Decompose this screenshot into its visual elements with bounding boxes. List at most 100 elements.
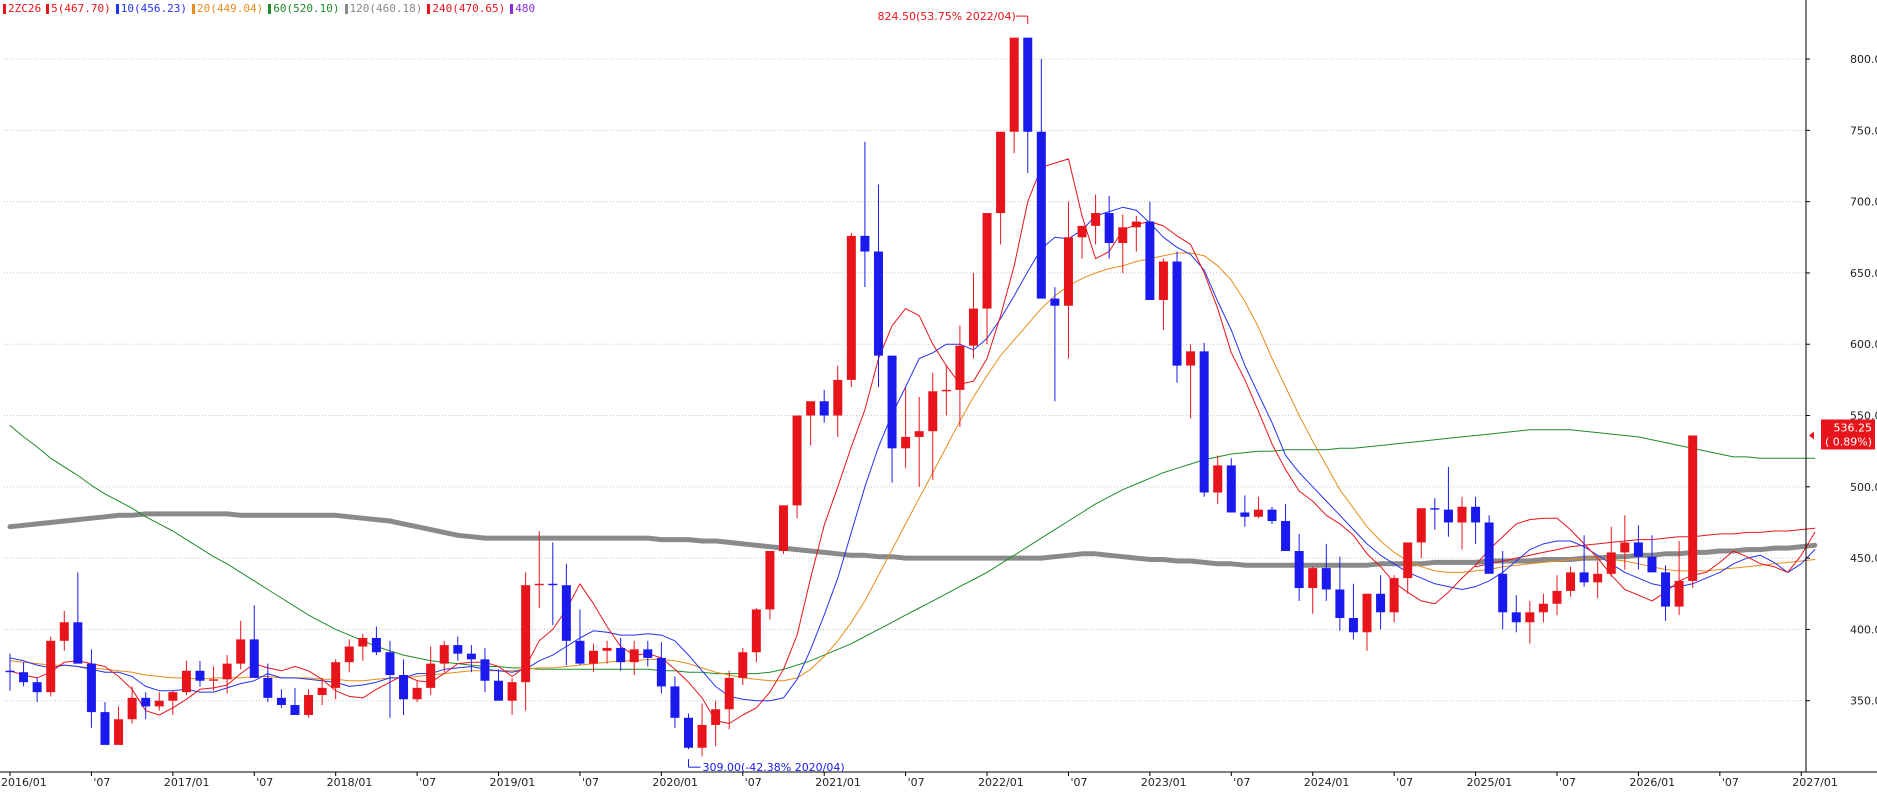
low-annotation: 309.00(-42.38% 2020/04) bbox=[703, 761, 845, 774]
candle-body bbox=[1145, 221, 1155, 301]
candle-body bbox=[344, 646, 354, 663]
legend-ma480-swatch bbox=[510, 4, 514, 14]
candle-body bbox=[358, 637, 368, 647]
legend-ma20: 20(449.04) bbox=[192, 2, 263, 16]
candle-body bbox=[114, 719, 124, 745]
candle-body bbox=[1063, 237, 1073, 306]
candle-body bbox=[955, 345, 965, 390]
candle-body bbox=[73, 622, 83, 664]
candle-body bbox=[751, 609, 761, 653]
candle-body bbox=[1308, 568, 1318, 589]
candle[interactable] bbox=[846, 233, 856, 387]
legend-symbol: 2ZC26 bbox=[3, 2, 41, 16]
candle-body bbox=[1348, 618, 1358, 633]
candle-body bbox=[439, 645, 449, 664]
candle-body bbox=[561, 585, 571, 641]
candle-body bbox=[697, 724, 707, 748]
candle-body bbox=[1674, 580, 1684, 607]
x-tick-label: '07 bbox=[256, 776, 273, 789]
candle-body bbox=[1511, 612, 1521, 623]
candle-body bbox=[1009, 37, 1019, 132]
legend-ma120-label: 120 bbox=[349, 2, 370, 15]
candle-body bbox=[711, 709, 721, 725]
legend-ma120: 120(460.18) bbox=[344, 2, 422, 16]
candle[interactable] bbox=[1484, 515, 1494, 574]
candle[interactable] bbox=[684, 713, 693, 750]
candle-body bbox=[941, 389, 951, 392]
candle[interactable] bbox=[1172, 251, 1182, 383]
candle-body bbox=[765, 550, 775, 610]
y-tick-label: 800.00 bbox=[1850, 53, 1877, 66]
candle-body bbox=[1335, 589, 1345, 618]
candle-body bbox=[19, 672, 29, 683]
candle-body bbox=[1498, 573, 1508, 613]
legend-ma10: 10(456.23) bbox=[115, 2, 187, 16]
candle-body bbox=[968, 308, 978, 346]
candle[interactable] bbox=[1199, 342, 1209, 497]
candle-body bbox=[1267, 509, 1277, 522]
candle-body bbox=[643, 649, 653, 658]
candle-body bbox=[371, 637, 381, 653]
candle[interactable] bbox=[1688, 435, 1698, 589]
candle-body bbox=[1633, 542, 1643, 557]
x-tick-label: 2017/01 bbox=[164, 776, 210, 789]
candle-body bbox=[141, 697, 151, 707]
candle-body bbox=[1118, 227, 1128, 243]
legend-ma240-swatch bbox=[427, 4, 431, 14]
candle-body bbox=[914, 431, 924, 437]
candle-body bbox=[304, 695, 314, 715]
legend-ma120-value: 460.18 bbox=[376, 2, 416, 15]
candle-body bbox=[168, 692, 178, 701]
x-tick-label: '07 bbox=[908, 776, 925, 789]
candle-body bbox=[1036, 131, 1046, 299]
candle-body bbox=[778, 505, 788, 551]
candle-body bbox=[1172, 261, 1182, 366]
candle-body bbox=[928, 391, 938, 432]
candle-body bbox=[290, 704, 300, 715]
x-tick-label: '07 bbox=[419, 776, 436, 789]
y-tick-label: 650.00 bbox=[1850, 267, 1877, 280]
x-tick-label: '07 bbox=[1070, 776, 1087, 789]
candle-body bbox=[1376, 593, 1386, 613]
candle-body bbox=[426, 663, 436, 688]
candle-body bbox=[1240, 512, 1250, 517]
candle-body bbox=[1186, 351, 1196, 366]
candle-body bbox=[1091, 213, 1101, 226]
x-tick-label: 2026/01 bbox=[1629, 776, 1675, 789]
y-tick-label: 350.00 bbox=[1850, 695, 1877, 708]
candle-body bbox=[1620, 542, 1630, 553]
x-tick-label: 2016/01 bbox=[1, 776, 47, 789]
candle-body bbox=[846, 235, 856, 380]
candle-body bbox=[507, 682, 517, 701]
legend-ma480-label: 480 bbox=[515, 2, 536, 15]
candle-body bbox=[1416, 508, 1426, 543]
candle[interactable] bbox=[765, 550, 775, 620]
candle-body bbox=[1213, 465, 1223, 493]
candle-body bbox=[276, 697, 286, 705]
legend-ma20-swatch bbox=[192, 4, 195, 14]
legend-ma120-swatch bbox=[344, 4, 348, 14]
candle-body bbox=[1023, 37, 1033, 132]
candle-body bbox=[887, 355, 897, 449]
candle-body bbox=[833, 379, 843, 416]
candle-body bbox=[656, 657, 666, 687]
candle-body bbox=[263, 677, 273, 698]
candle[interactable] bbox=[792, 415, 802, 519]
legend-ma5-swatch bbox=[46, 4, 50, 14]
candlestick-chart[interactable]: 350.00400.00450.00500.00550.00600.00650.… bbox=[0, 0, 1877, 793]
high-annotation: 824.50(53.75% 2022/04) bbox=[878, 10, 1016, 23]
x-tick-label: 2020/01 bbox=[652, 776, 698, 789]
price-value: 536.25 bbox=[1834, 421, 1873, 434]
candle[interactable] bbox=[46, 636, 56, 697]
candle[interactable] bbox=[1226, 458, 1236, 513]
x-tick-label: 2018/01 bbox=[327, 776, 373, 789]
candle[interactable] bbox=[778, 505, 788, 554]
candle-body bbox=[860, 235, 870, 252]
candle-body bbox=[982, 213, 992, 309]
x-tick-label: '07 bbox=[745, 776, 762, 789]
candle-body bbox=[46, 640, 56, 693]
candle-body bbox=[901, 436, 911, 449]
candle-body bbox=[629, 649, 639, 663]
candle-body bbox=[317, 687, 327, 695]
legend-ma60: 60(520.10) bbox=[268, 2, 340, 16]
